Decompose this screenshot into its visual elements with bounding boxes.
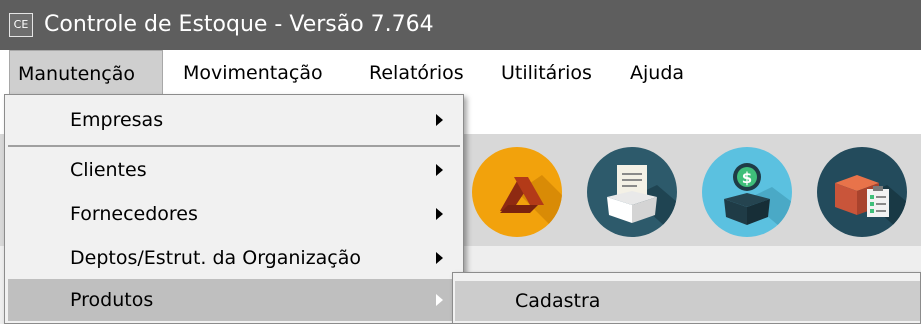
dropdown-item-label: Fornecedores <box>70 203 198 225</box>
dropdown-item-clientes[interactable]: Clientes <box>8 149 460 191</box>
submenu-arrow-icon <box>436 294 443 306</box>
dropdown-item-label: Clientes <box>70 159 147 181</box>
submenu-item-cadastra[interactable]: Cadastra <box>455 281 920 321</box>
submenu-item-label: Cadastra <box>515 290 601 312</box>
submenu-arrow-icon <box>436 208 443 220</box>
dropdown-item-empresas[interactable]: Empresas <box>8 99 460 141</box>
drive-icon[interactable] <box>472 147 562 237</box>
produtos-submenu: Cadastra <box>452 272 921 324</box>
dropdown-item-label: Deptos/Estrut. da Organização <box>70 247 362 269</box>
dropdown-item-label: Empresas <box>70 109 164 131</box>
document-box-icon[interactable] <box>587 147 677 237</box>
submenu-arrow-icon <box>436 114 443 126</box>
menu-movimentacao[interactable]: Movimentação <box>183 50 323 96</box>
money-box-icon[interactable]: $ <box>702 147 792 237</box>
title-bar: CE Controle de Estoque - Versão 7.764 <box>0 0 921 50</box>
menu-relatorios[interactable]: Relatórios <box>369 50 464 96</box>
submenu-arrow-icon <box>436 164 443 176</box>
menu-bar: Manutenção Movimentação Relatórios Utili… <box>0 50 921 96</box>
dropdown-item-label: Produtos <box>70 289 154 311</box>
window-title: Controle de Estoque - Versão 7.764 <box>44 12 434 37</box>
dropdown-item-fornecedores[interactable]: Fornecedores <box>8 193 460 235</box>
menu-utilitarios[interactable]: Utilitários <box>501 50 592 96</box>
menu-manutencao[interactable]: Manutenção <box>9 50 163 96</box>
app-icon: CE <box>9 13 33 37</box>
dropdown-item-deptos[interactable]: Deptos/Estrut. da Organização <box>8 237 460 279</box>
svg-text:$: $ <box>742 169 752 187</box>
submenu-arrow-icon <box>436 252 443 264</box>
dropdown-separator <box>8 145 460 147</box>
menu-ajuda[interactable]: Ajuda <box>630 50 684 96</box>
inventory-checklist-icon[interactable] <box>817 147 907 237</box>
manutencao-dropdown: Empresas Clientes Fornecedores Deptos/Es… <box>4 94 464 324</box>
dropdown-item-produtos[interactable]: Produtos <box>8 279 460 321</box>
